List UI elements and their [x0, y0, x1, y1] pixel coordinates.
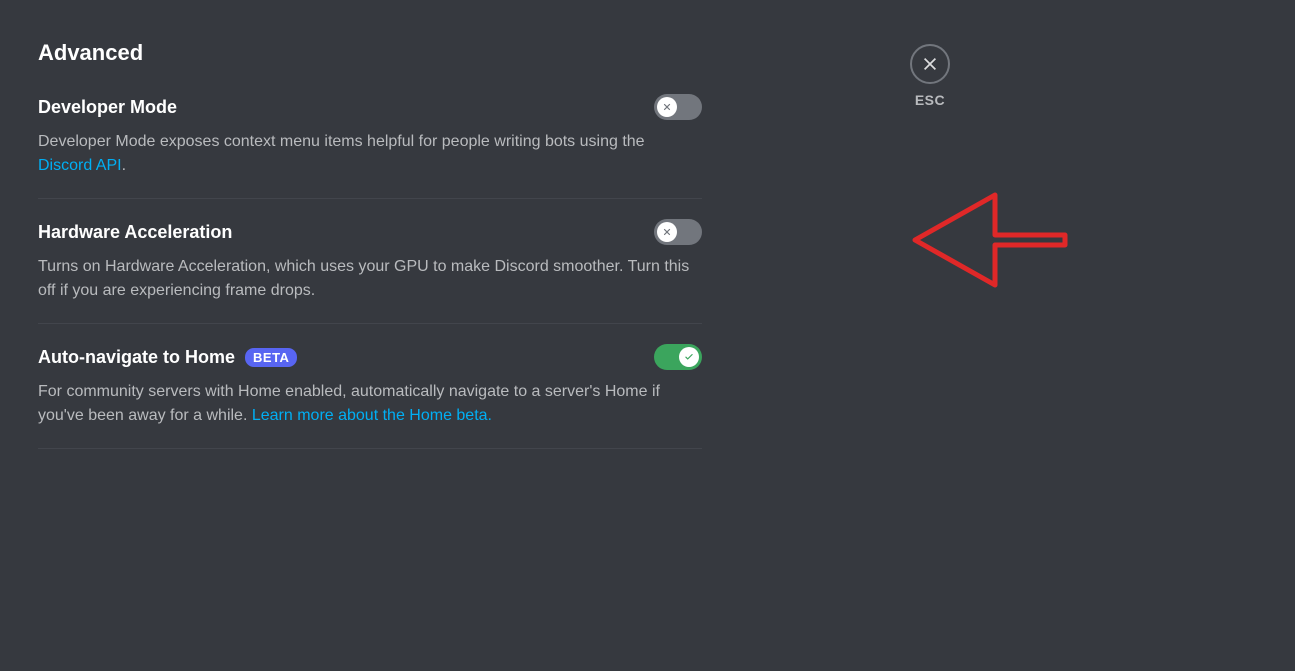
hardware-acceleration-label: Hardware Acceleration — [38, 222, 232, 243]
setting-label-wrap: Developer Mode — [38, 97, 177, 118]
close-icon — [921, 55, 939, 73]
hardware-acceleration-toggle[interactable] — [654, 219, 702, 245]
hardware-acceleration-description: Turns on Hardware Acceleration, which us… — [38, 255, 702, 303]
setting-hardware-acceleration: Hardware Acceleration Turns on Hardware … — [38, 219, 702, 324]
developer-mode-label: Developer Mode — [38, 97, 177, 118]
close-area: ESC — [910, 44, 950, 108]
developer-mode-description: Developer Mode exposes context menu item… — [38, 130, 702, 178]
setting-header: Developer Mode — [38, 94, 702, 120]
setting-header: Hardware Acceleration — [38, 219, 702, 245]
auto-navigate-home-description: For community servers with Home enabled,… — [38, 380, 702, 428]
auto-navigate-home-toggle[interactable] — [654, 344, 702, 370]
description-text: Developer Mode exposes context menu item… — [38, 133, 645, 150]
setting-label-wrap: Auto-navigate to Home BETA — [38, 347, 297, 368]
setting-auto-navigate-home: Auto-navigate to Home BETA For community… — [38, 344, 702, 449]
annotation-arrow — [905, 170, 1075, 310]
check-icon — [683, 351, 695, 363]
toggle-knob — [679, 347, 699, 367]
toggle-knob — [657, 222, 677, 242]
auto-navigate-home-label: Auto-navigate to Home — [38, 347, 235, 368]
beta-badge: BETA — [245, 348, 297, 367]
developer-mode-toggle[interactable] — [654, 94, 702, 120]
page-title: Advanced — [38, 40, 702, 66]
x-icon — [661, 101, 673, 113]
x-icon — [661, 226, 673, 238]
settings-panel: Advanced Developer Mode Developer Mode e… — [0, 0, 740, 509]
toggle-knob — [657, 97, 677, 117]
discord-api-link[interactable]: Discord API — [38, 157, 122, 174]
setting-header: Auto-navigate to Home BETA — [38, 344, 702, 370]
description-text-post: . — [122, 157, 126, 174]
esc-label: ESC — [915, 92, 945, 108]
home-beta-link[interactable]: Learn more about the Home beta. — [252, 407, 492, 424]
setting-developer-mode: Developer Mode Developer Mode exposes co… — [38, 94, 702, 199]
close-button[interactable] — [910, 44, 950, 84]
setting-label-wrap: Hardware Acceleration — [38, 222, 232, 243]
